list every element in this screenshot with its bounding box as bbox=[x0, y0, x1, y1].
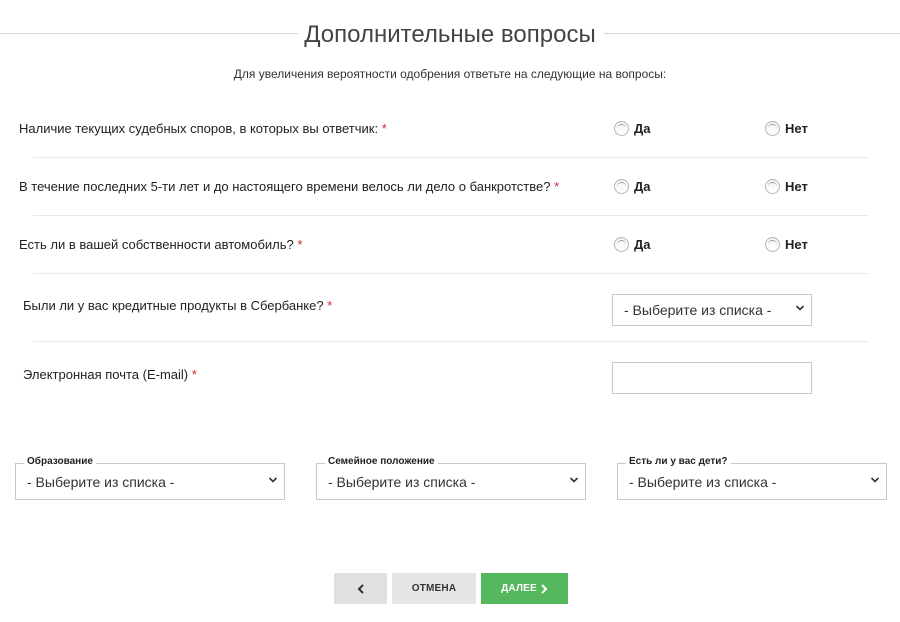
question-label: Электронная почта (E-mail) bbox=[23, 367, 189, 382]
question-label: Есть ли в вашей собственности автомобиль… bbox=[19, 237, 294, 252]
heading-divider-right bbox=[604, 33, 900, 34]
section-heading: Дополнительные вопросы bbox=[0, 16, 900, 60]
children-label: Есть ли у вас дети? bbox=[626, 456, 731, 468]
chevron-down-icon bbox=[569, 476, 579, 483]
radio-circle-icon bbox=[765, 179, 780, 194]
cancel-button[interactable]: ОТМЕНА bbox=[392, 573, 476, 604]
required-mark: * bbox=[297, 237, 303, 252]
sberbank-select[interactable]: - Выберите из списка - bbox=[612, 294, 812, 326]
radio-car-yes[interactable]: Да bbox=[614, 237, 651, 252]
question-label: В течение последних 5-ти лет и до настоя… bbox=[19, 179, 551, 194]
next-button-label: ДАЛЕЕ bbox=[501, 583, 537, 594]
email-input[interactable] bbox=[612, 362, 812, 394]
chevron-left-icon bbox=[357, 583, 364, 594]
radio-court-no[interactable]: Нет bbox=[765, 121, 808, 136]
row-divider bbox=[33, 215, 868, 216]
cancel-button-label: ОТМЕНА bbox=[411, 583, 457, 594]
question-label: Были ли у вас кредитные продукты в Сберб… bbox=[23, 298, 324, 313]
marital-status-label: Семейное положение bbox=[325, 456, 438, 468]
next-button[interactable]: ДАЛЕЕ bbox=[481, 573, 568, 604]
chevron-right-icon bbox=[541, 583, 548, 594]
question-car-ownership: Есть ли в вашей собственности автомобиль… bbox=[19, 237, 302, 252]
row-divider bbox=[33, 273, 868, 274]
radio-label: Да bbox=[634, 179, 651, 194]
back-button[interactable] bbox=[334, 573, 387, 604]
question-court-disputes: Наличие текущих судебных споров, в котор… bbox=[19, 121, 387, 136]
radio-label: Нет bbox=[785, 237, 808, 252]
radio-bankruptcy-no[interactable]: Нет bbox=[765, 179, 808, 194]
page-title: Дополнительные вопросы bbox=[304, 21, 596, 48]
education-label: Образование bbox=[24, 456, 96, 468]
marital-status-select[interactable]: - Выберите из списка - bbox=[316, 463, 586, 500]
select-value: - Выберите из списка - bbox=[624, 302, 772, 318]
chevron-down-icon bbox=[870, 476, 880, 483]
page-subtitle: Для увеличения вероятности одобрения отв… bbox=[233, 67, 667, 81]
children-select[interactable]: - Выберите из списка - bbox=[617, 463, 887, 500]
radio-label: Нет bbox=[785, 179, 808, 194]
radio-label: Нет bbox=[785, 121, 808, 136]
radio-circle-icon bbox=[614, 179, 629, 194]
radio-label: Да bbox=[634, 121, 651, 136]
select-value: - Выберите из списка - bbox=[629, 473, 777, 490]
question-sberbank-credit: Были ли у вас кредитные продукты в Сберб… bbox=[23, 298, 332, 313]
question-email: Электронная почта (E-mail) * bbox=[23, 367, 197, 382]
row-divider bbox=[33, 157, 868, 158]
required-mark: * bbox=[554, 179, 560, 194]
radio-circle-icon bbox=[614, 237, 629, 252]
question-label: Наличие текущих судебных споров, в котор… bbox=[19, 121, 379, 136]
radio-car-no[interactable]: Нет bbox=[765, 237, 808, 252]
radio-court-yes[interactable]: Да bbox=[614, 121, 651, 136]
question-bankruptcy: В течение последних 5-ти лет и до настоя… bbox=[19, 179, 559, 194]
select-value: - Выберите из списка - bbox=[27, 473, 175, 490]
radio-bankruptcy-yes[interactable]: Да bbox=[614, 179, 651, 194]
required-mark: * bbox=[381, 121, 387, 136]
education-select[interactable]: - Выберите из списка - bbox=[15, 463, 285, 500]
row-divider bbox=[33, 341, 868, 342]
radio-circle-icon bbox=[765, 121, 780, 136]
required-mark: * bbox=[191, 367, 197, 382]
required-mark: * bbox=[327, 298, 333, 313]
radio-label: Да bbox=[634, 237, 651, 252]
chevron-down-icon bbox=[795, 305, 805, 311]
chevron-down-icon bbox=[268, 476, 278, 483]
radio-circle-icon bbox=[765, 237, 780, 252]
radio-circle-icon bbox=[614, 121, 629, 136]
select-value: - Выберите из списка - bbox=[328, 473, 476, 490]
